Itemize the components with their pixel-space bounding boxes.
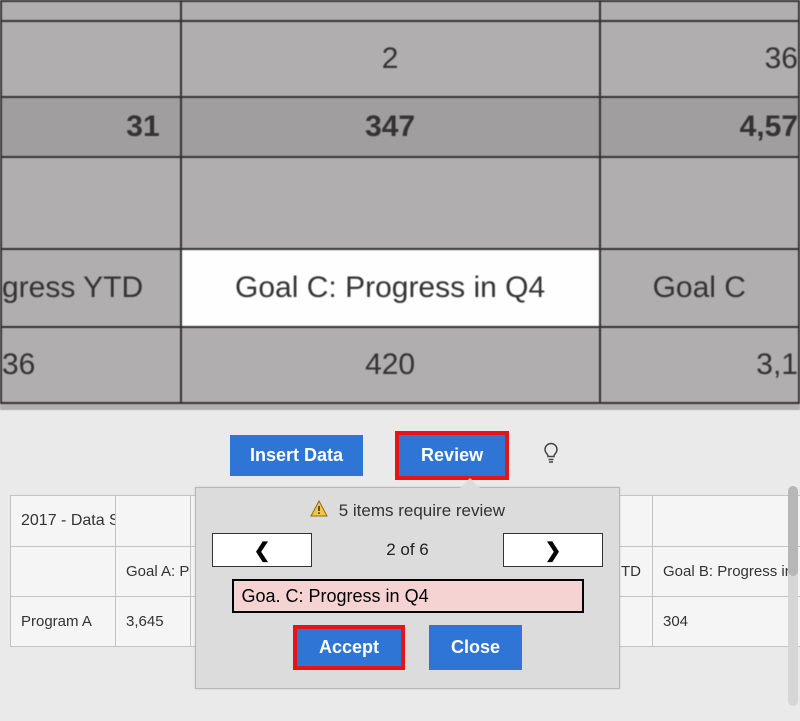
- cell-total: 4,57: [600, 97, 799, 157]
- cell: 3,645: [116, 597, 191, 647]
- review-value-input[interactable]: [232, 579, 584, 613]
- cell: 2: [181, 21, 600, 97]
- close-button[interactable]: Close: [429, 625, 522, 670]
- toolbar: Insert Data Review: [230, 415, 561, 480]
- review-message: 5 items require review: [339, 501, 505, 520]
- cell: 36: [600, 21, 799, 97]
- review-button-highlight: Review: [395, 431, 509, 480]
- header-cell-active: Goal C: Progress in Q4: [181, 249, 600, 327]
- review-counter: 2 of 6: [386, 540, 429, 560]
- data-from-picture-panel: Insert Data Review 2017 - Data Snapshot …: [0, 410, 800, 721]
- popup-arrow: [460, 478, 480, 488]
- snapshot-title: 2017 - Data Snapshot: [11, 496, 116, 547]
- review-popup: 5 items require review ❮ 2 of 6 ❯ Accept…: [195, 487, 620, 689]
- header-cell: gress YTD: [1, 249, 181, 327]
- cell: 36: [1, 327, 181, 403]
- cell: 304: [653, 597, 800, 647]
- col-header: Goal A: P: [116, 547, 191, 597]
- cell: [1, 21, 181, 97]
- col-header: Goal B: Progress in: [653, 547, 800, 597]
- scrollbar-thumb[interactable]: [788, 486, 798, 576]
- cell-total: 347: [181, 97, 600, 157]
- accept-button[interactable]: Accept: [297, 629, 401, 666]
- scrollbar[interactable]: [788, 486, 798, 706]
- cell: 3,1: [600, 327, 799, 403]
- source-spreadsheet-preview: 2 36 31 347 4,57 gress YTD Goal C: Progr…: [0, 0, 800, 410]
- cell-total: 31: [1, 97, 181, 157]
- row-header: Program A: [11, 597, 116, 647]
- next-button[interactable]: ❯: [503, 533, 603, 567]
- review-button[interactable]: Review: [399, 435, 505, 476]
- lightbulb-icon[interactable]: [541, 442, 561, 470]
- cell: 420: [181, 327, 600, 403]
- header-cell: Goal C: [600, 249, 799, 327]
- accept-button-highlight: Accept: [293, 625, 405, 670]
- warning-icon: [310, 500, 328, 523]
- insert-data-button[interactable]: Insert Data: [230, 435, 363, 476]
- prev-button[interactable]: ❮: [212, 533, 312, 567]
